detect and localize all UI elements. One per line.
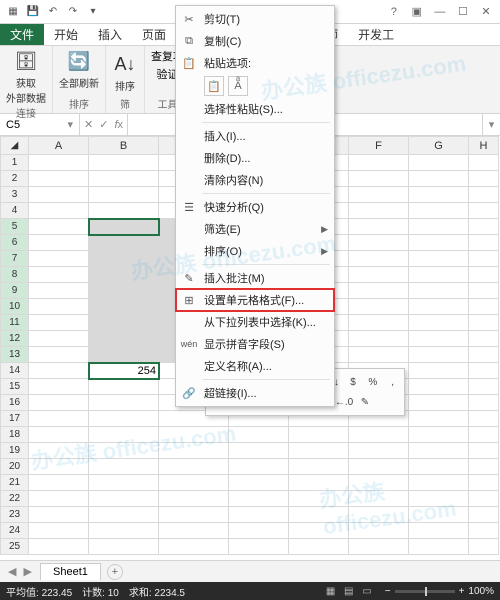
- select-all-corner[interactable]: ◢: [1, 137, 29, 155]
- tab-insert[interactable]: 插入: [88, 24, 132, 45]
- ctx-filter[interactable]: 筛选(E)▶: [176, 218, 334, 240]
- phonetic-icon: wén: [180, 336, 198, 352]
- col-header[interactable]: F: [349, 137, 409, 155]
- table-row: 18: [1, 427, 499, 443]
- tab-home[interactable]: 开始: [44, 24, 88, 45]
- fx-icon[interactable]: fx: [114, 119, 123, 131]
- sheet-tab[interactable]: Sheet1: [40, 563, 101, 580]
- ctx-clear[interactable]: 清除内容(N): [176, 169, 334, 191]
- paste-option-icon[interactable]: Aͣ: [228, 76, 248, 96]
- ctx-delete[interactable]: 删除(D)...: [176, 147, 334, 169]
- table-row: 20: [1, 459, 499, 475]
- clipboard-icon: 📋: [180, 55, 198, 71]
- new-sheet-button[interactable]: +: [107, 564, 123, 580]
- col-header[interactable]: A: [29, 137, 89, 155]
- ctx-copy[interactable]: ⧉复制(C): [176, 30, 334, 52]
- minimize-icon[interactable]: —: [430, 3, 450, 21]
- quick-analysis-icon: ☰: [180, 199, 198, 215]
- comment-icon: ✎: [180, 270, 198, 286]
- ctx-paste-special[interactable]: 选择性粘贴(S)...: [176, 98, 334, 120]
- table-row: 24: [1, 523, 499, 539]
- sheet-nav-next-icon[interactable]: ▶: [22, 566, 34, 578]
- col-header[interactable]: B: [89, 137, 159, 155]
- excel-icon: ▦: [4, 3, 22, 21]
- scissors-icon: ✂: [180, 11, 198, 27]
- enter-formula-icon[interactable]: ✓: [99, 118, 108, 131]
- group-label-filter: 筛: [120, 96, 130, 113]
- table-row: 23: [1, 507, 499, 523]
- ctx-insert-comment[interactable]: ✎插入批注(M): [176, 267, 334, 289]
- copy-icon: ⧉: [180, 33, 198, 49]
- external-data-icon: 🗄: [13, 48, 39, 74]
- redo-icon[interactable]: ↷: [64, 3, 82, 21]
- col-header[interactable]: H: [469, 137, 499, 155]
- ctx-format-cells[interactable]: ⊞设置单元格格式(F)...: [176, 289, 334, 311]
- chevron-right-icon: ▶: [321, 246, 328, 257]
- ctx-cut[interactable]: ✂剪切(T): [176, 8, 334, 30]
- status-sum: 求和: 2234.5: [129, 584, 185, 599]
- comma-icon[interactable]: ,: [384, 373, 401, 391]
- view-pagelayout-icon[interactable]: ▤: [341, 586, 356, 597]
- status-avg: 平均值: 223.45: [6, 584, 72, 599]
- status-bar: 平均值: 223.45 计数: 10 求和: 2234.5 ▦ ▤ ▭ − + …: [0, 582, 500, 600]
- help-icon[interactable]: ?: [384, 3, 404, 21]
- tab-pagelayout[interactable]: 页面: [132, 24, 176, 45]
- table-row: 25: [1, 539, 499, 555]
- hyperlink-icon: 🔗: [180, 385, 198, 401]
- increase-decimal-icon[interactable]: ←.0: [335, 393, 353, 411]
- tab-file[interactable]: 文件: [0, 24, 44, 45]
- ctx-hyperlink[interactable]: 🔗超链接(I)...: [176, 382, 334, 404]
- col-header[interactable]: G: [409, 137, 469, 155]
- group-label-sort: 排序: [69, 96, 89, 113]
- view-pagebreak-icon[interactable]: ▭: [359, 586, 374, 597]
- view-normal-icon[interactable]: ▦: [323, 586, 338, 597]
- table-row: 21: [1, 475, 499, 491]
- ribbon-opts-icon[interactable]: ▣: [407, 2, 427, 20]
- ctx-pick-from-list[interactable]: 从下拉列表中选择(K)...: [176, 311, 334, 333]
- sort-button[interactable]: A↓ 排序: [112, 51, 138, 93]
- name-box-input[interactable]: [6, 119, 67, 131]
- close-icon[interactable]: ✕: [476, 2, 496, 20]
- undo-icon[interactable]: ↶: [44, 3, 62, 21]
- formula-expand-icon[interactable]: ▾: [482, 114, 500, 135]
- cell-value[interactable]: 254: [89, 363, 159, 379]
- chevron-right-icon: ▶: [321, 224, 328, 235]
- zoom-slider[interactable]: − + 100%: [385, 586, 494, 597]
- context-menu: ✂剪切(T) ⧉复制(C) 📋粘贴选项: 📋 Aͣ 选择性粘贴(S)... 插入…: [175, 5, 335, 407]
- ctx-paste-options-label: 📋粘贴选项:: [176, 52, 334, 74]
- percent-icon[interactable]: %: [364, 373, 381, 391]
- paste-option-icon[interactable]: 📋: [204, 76, 224, 96]
- format-cells-icon: ⊞: [180, 292, 198, 308]
- sort-icon: A↓: [112, 51, 138, 77]
- currency-icon[interactable]: $: [345, 373, 362, 391]
- cancel-formula-icon[interactable]: ✕: [84, 118, 93, 131]
- refresh-icon: 🔄: [66, 48, 92, 74]
- table-row: 19: [1, 443, 499, 459]
- zoom-out-icon[interactable]: −: [385, 586, 391, 597]
- table-row: 22: [1, 491, 499, 507]
- qat-more-icon[interactable]: ▾: [84, 3, 102, 21]
- ctx-insert[interactable]: 插入(I)...: [176, 125, 334, 147]
- ctx-phonetic[interactable]: wén显示拼音字段(S): [176, 333, 334, 355]
- refresh-all-button[interactable]: 🔄 全部刷新: [59, 48, 99, 90]
- ctx-quick-analysis[interactable]: ☰快速分析(Q): [176, 196, 334, 218]
- maximize-icon[interactable]: ☐: [453, 2, 473, 20]
- get-external-data-button[interactable]: 🗄 获取 外部数据: [6, 48, 46, 105]
- tab-developer[interactable]: 开发工: [348, 24, 404, 45]
- status-count: 计数: 10: [82, 584, 119, 599]
- zoom-level[interactable]: 100%: [468, 586, 494, 597]
- name-box[interactable]: ▾: [0, 114, 80, 135]
- ctx-define-name[interactable]: 定义名称(A)...: [176, 355, 334, 377]
- save-icon[interactable]: 💾: [24, 3, 42, 21]
- sheet-nav-prev-icon[interactable]: ◀: [6, 566, 18, 578]
- zoom-in-icon[interactable]: +: [459, 586, 465, 597]
- format-painter-icon[interactable]: ✎: [356, 393, 374, 411]
- ctx-sort[interactable]: 排序(O)▶: [176, 240, 334, 262]
